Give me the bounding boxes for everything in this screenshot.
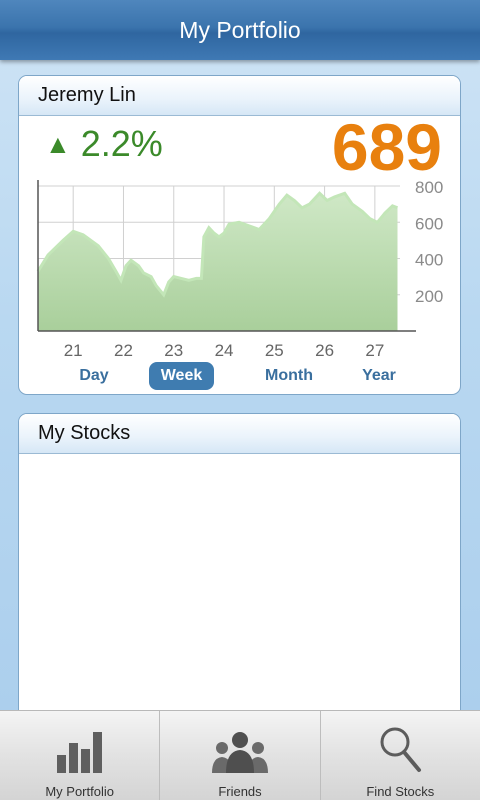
- x-tick-label: 25: [265, 341, 284, 360]
- tab-friends[interactable]: Friends: [160, 711, 321, 800]
- series-area: [38, 193, 398, 331]
- range-day-button[interactable]: Day: [69, 362, 119, 390]
- y-tick-label: 400: [415, 251, 443, 270]
- range-month-button[interactable]: Month: [254, 362, 324, 390]
- stocks-card: My Stocks: [18, 413, 461, 733]
- x-tick-label: 27: [365, 341, 384, 360]
- bar-chart-icon: [56, 732, 102, 773]
- y-tick-label: 600: [415, 214, 443, 233]
- y-tick-label: 800: [415, 178, 443, 197]
- range-week-button[interactable]: Week: [149, 362, 214, 390]
- x-tick-label: 26: [315, 341, 334, 360]
- x-tick-label: 23: [164, 341, 183, 360]
- range-year-button[interactable]: Year: [349, 362, 409, 390]
- price-chart: 800 600 400 200 21 22 23 24 25 26 27: [36, 178, 443, 360]
- tab-bar: My Portfolio Friends Find Stocks: [0, 710, 480, 800]
- stocks-title: My Stocks: [38, 422, 131, 444]
- portfolio-card: Jeremy Lin ▲ 2.2% 689 800 600 400 200 21 22 23…: [18, 75, 461, 395]
- tab-find-stocks[interactable]: Find Stocks: [321, 711, 480, 800]
- x-tick-label: 24: [215, 341, 234, 360]
- tab-label: Friends: [218, 784, 262, 799]
- range-selector: Day Week Month Year: [19, 362, 460, 390]
- magnifier-icon: [380, 727, 422, 772]
- x-tick-label: 22: [114, 341, 133, 360]
- x-tick-label: 21: [64, 341, 83, 360]
- people-icon: [211, 732, 268, 773]
- tab-my-portfolio[interactable]: My Portfolio: [0, 711, 161, 800]
- page-title: My Portfolio: [179, 16, 301, 43]
- title-bar: My Portfolio: [0, 0, 480, 60]
- y-tick-label: 200: [415, 287, 443, 306]
- stocks-card-header: My Stocks: [19, 414, 460, 454]
- tab-label: Find Stocks: [366, 784, 435, 799]
- tab-label: My Portfolio: [45, 784, 114, 799]
